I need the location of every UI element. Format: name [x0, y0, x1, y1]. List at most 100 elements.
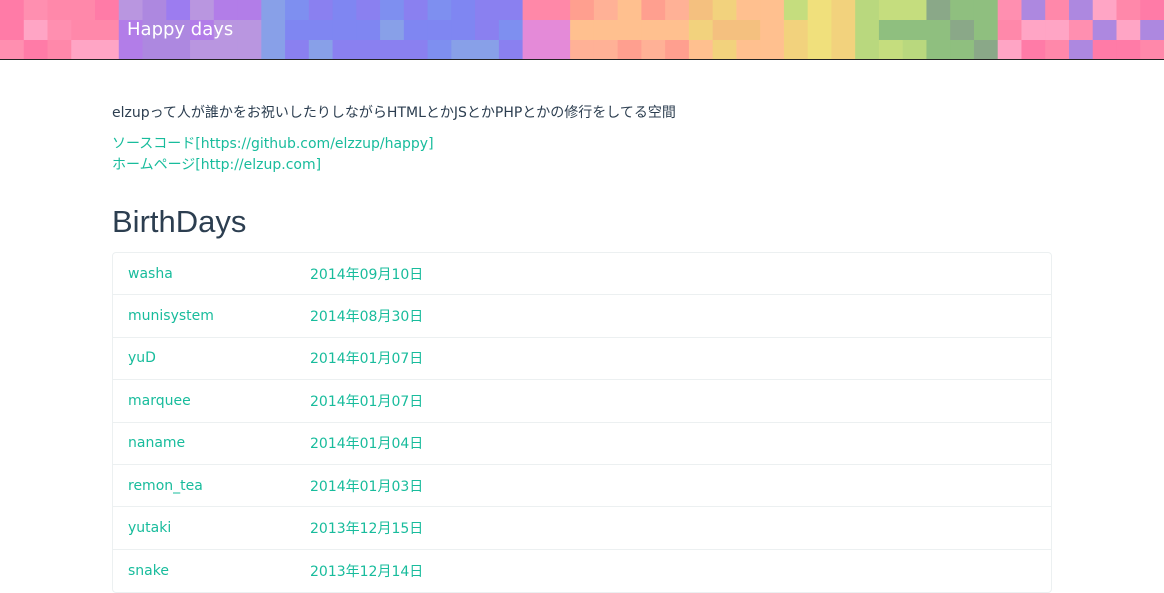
pixel-tile: [1021, 40, 1046, 59]
birthday-date: 2014年01月04日: [310, 436, 424, 453]
pixel-tile: [593, 40, 619, 59]
pixel-tile: [617, 20, 642, 41]
homepage-link[interactable]: ホームページ[http://elzup.com]: [112, 155, 434, 176]
birthday-date: 2014年01月07日: [310, 393, 424, 410]
pixel-tile: [190, 40, 215, 59]
pixel-tile: [71, 20, 96, 41]
pixel-tile: [71, 40, 96, 59]
pixel-tile: [332, 40, 357, 59]
pixel-tile: [237, 0, 262, 21]
pixel-tile: [950, 20, 975, 41]
pixel-tile: [665, 40, 690, 59]
birthday-date: 2014年01月03日: [310, 478, 424, 495]
list-item[interactable]: yutaki 2013年12月15日: [113, 507, 1051, 550]
pixel-tile: [1140, 0, 1164, 21]
list-item[interactable]: washa 2014年09月10日: [113, 253, 1051, 296]
pixel-tile: [1068, 20, 1094, 41]
pixel-tile: [617, 0, 642, 21]
pixel-tile: [807, 40, 833, 59]
pixel-tile: [451, 20, 476, 41]
pixel-tile: [950, 40, 975, 59]
pixel-tile: [760, 0, 785, 21]
pixel-tile: [403, 40, 429, 59]
list-item[interactable]: naname 2014年01月04日: [113, 423, 1051, 465]
pixel-tile: [617, 40, 642, 59]
pixel-tile: [807, 20, 833, 41]
pixel-tile: [308, 20, 334, 41]
pixel-tile: [855, 20, 880, 41]
birthday-date: 2013年12月14日: [310, 563, 424, 580]
pixel-tile: [23, 40, 49, 59]
pixel-tile: [522, 40, 547, 59]
pixel-tile: [712, 40, 738, 59]
list-item[interactable]: remon_tea 2014年01月03日: [113, 465, 1051, 508]
pixel-tile: [641, 20, 666, 41]
pixel-tile: [926, 20, 951, 41]
pixel-tile: [712, 0, 738, 21]
pixel-tile: [23, 0, 49, 21]
pixel-tile: [807, 0, 833, 21]
pixel-tile: [1045, 0, 1070, 21]
pixel-tile: [285, 40, 310, 59]
birthday-name-link[interactable]: naname: [128, 435, 310, 451]
pixel-tile: [688, 40, 714, 59]
pixel-tile: [380, 0, 405, 21]
pixel-tile: [688, 20, 714, 41]
pixel-tile: [1116, 0, 1141, 21]
pixel-tile: [997, 20, 1023, 41]
pixel-tile: [498, 40, 524, 59]
pixel-tile: [902, 0, 928, 21]
source-code-link[interactable]: ソースコード[https://github.com/elzzup/happy]: [112, 134, 434, 155]
pixel-tile: [451, 0, 476, 21]
pixel-tile: [522, 20, 547, 41]
pixel-tile: [902, 20, 928, 41]
pixel-tile: [760, 20, 785, 41]
birthday-name-link[interactable]: yuD: [128, 350, 310, 366]
pixel-tile: [427, 20, 452, 41]
pixel-tile: [878, 40, 904, 59]
birthday-name-link[interactable]: washa: [128, 266, 310, 282]
pixel-tile: [641, 0, 666, 21]
list-item[interactable]: marquee 2014年01月07日: [113, 380, 1051, 423]
birthday-name-link[interactable]: snake: [128, 563, 310, 579]
pixel-tile: [403, 20, 429, 41]
pixel-tile: [403, 0, 429, 21]
birthday-name-link[interactable]: munisystem: [128, 308, 310, 324]
birthdays-heading: BirthDays: [112, 204, 247, 239]
pixel-tile: [783, 0, 809, 21]
birthday-date: 2014年09月10日: [310, 266, 424, 283]
pixel-tile: [546, 40, 571, 59]
brand-link[interactable]: Happy days: [127, 19, 233, 40]
pixel-tile: [475, 20, 500, 41]
pixel-tile: [285, 0, 310, 21]
navbar: Happy days: [0, 0, 1164, 60]
pixel-tile: [427, 0, 452, 21]
pixel-tile: [190, 0, 215, 21]
pixel-tile: [926, 0, 951, 21]
pixel-tile: [1068, 0, 1094, 21]
pixel-tile: [332, 20, 357, 41]
pixel-tile: [783, 40, 809, 59]
pixel-tile: [475, 0, 500, 21]
pixel-tile: [831, 0, 856, 21]
pixel-tile: [498, 20, 524, 41]
pixel-tile: [118, 40, 144, 59]
pixel-tile: [475, 40, 500, 59]
pixel-tile: [570, 40, 595, 59]
birthday-date: 2014年08月30日: [310, 309, 424, 326]
pixel-tile: [0, 0, 25, 21]
pixel-tile: [1092, 0, 1118, 21]
pixel-tile: [641, 40, 666, 59]
pixel-tile: [95, 0, 120, 21]
pixel-tile: [712, 20, 738, 41]
birthday-name-link[interactable]: yutaki: [128, 520, 310, 536]
birthday-name-link[interactable]: marquee: [128, 393, 310, 409]
pixel-tile: [760, 40, 785, 59]
pixel-tile: [332, 0, 357, 21]
list-item[interactable]: munisystem 2014年08月30日: [113, 295, 1051, 338]
list-item[interactable]: yuD 2014年01月07日: [113, 338, 1051, 381]
birthday-name-link[interactable]: remon_tea: [128, 478, 310, 494]
pixel-tile: [47, 20, 72, 41]
pixel-tile: [498, 0, 524, 21]
list-item[interactable]: snake 2013年12月14日: [113, 550, 1051, 592]
